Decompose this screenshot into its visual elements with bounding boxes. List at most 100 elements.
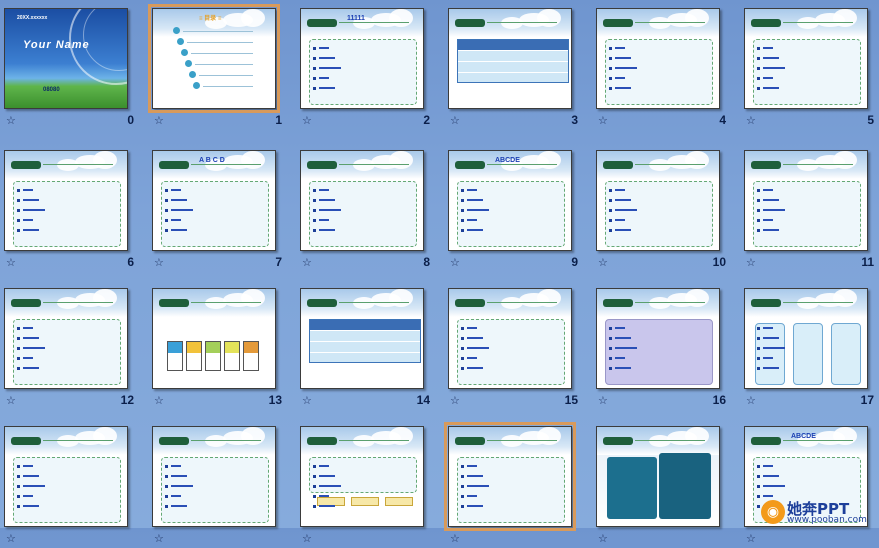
bullet-text-line — [23, 327, 33, 329]
slide-thumbnail[interactable] — [744, 8, 868, 109]
slide-thumbnail[interactable] — [152, 426, 276, 527]
slide-transition-star-icon[interactable]: ☆ — [450, 257, 462, 269]
bullet-text-line — [615, 347, 637, 349]
slide-thumbnail[interactable] — [4, 288, 128, 389]
bullet-text-line — [615, 327, 625, 329]
flow-node — [385, 497, 413, 506]
bullet-text-line — [319, 199, 335, 201]
slide-thumbnail[interactable] — [744, 288, 868, 389]
slide-transition-star-icon[interactable]: ☆ — [302, 533, 314, 545]
slide-thumbnail-cell[interactable]: A B C D ☆ 7 — [148, 142, 288, 272]
slide-transition-star-icon[interactable]: ☆ — [450, 395, 462, 407]
slide-transition-star-icon[interactable]: ☆ — [154, 115, 166, 127]
slide-thumbnail[interactable]: 20XX.xxxxxx Your Name 08080 — [4, 8, 128, 109]
slide-thumbnail-cell[interactable]: ≡ 目录 ≡ ☆ 1 — [148, 0, 288, 130]
slide-transition-star-icon[interactable]: ☆ — [598, 115, 610, 127]
agenda-bullet-icon — [177, 38, 184, 45]
bullet-icon — [461, 465, 464, 468]
slide-thumbnail-cell[interactable]: ☆ 17 — [740, 280, 879, 410]
slide-transition-star-icon[interactable]: ☆ — [746, 395, 758, 407]
slide-thumbnail[interactable] — [300, 288, 424, 389]
slide-transition-star-icon[interactable]: ☆ — [154, 395, 166, 407]
slide-thumbnail-cell[interactable]: ☆ 16 — [592, 280, 732, 410]
slide-transition-star-icon[interactable]: ☆ — [598, 395, 610, 407]
slide-thumbnail-cell[interactable]: ☆ 12 — [0, 280, 140, 410]
diagram-box — [205, 341, 221, 371]
slide-thumbnail[interactable] — [4, 426, 128, 527]
slide-thumbnail-cell[interactable]: ☆ 10 — [592, 142, 732, 272]
bullet-icon — [757, 485, 760, 488]
slide-thumbnail[interactable] — [596, 8, 720, 109]
bullet-text-line — [23, 485, 45, 487]
slide-transition-star-icon[interactable]: ☆ — [6, 115, 18, 127]
bullet-icon — [757, 357, 760, 360]
slide-thumbnail-cell[interactable]: 20XX.xxxxxx Your Name 08080 ☆ 0 — [0, 0, 140, 130]
slide-thumbnail-cell[interactable]: ☆ 11 — [740, 142, 879, 272]
slide-transition-star-icon[interactable]: ☆ — [302, 395, 314, 407]
slide-transition-star-icon[interactable]: ☆ — [450, 115, 462, 127]
slide-number: 1 — [275, 113, 282, 127]
slide-transition-star-icon[interactable]: ☆ — [598, 533, 610, 545]
slide-thumbnail-cell[interactable]: ☆ — [0, 418, 140, 548]
slide-thumbnail-cell[interactable]: ABCDE ☆ 9 — [444, 142, 584, 272]
slide-transition-star-icon[interactable]: ☆ — [746, 257, 758, 269]
slide-thumbnail-cell[interactable]: ☆ — [444, 418, 584, 548]
slide-thumbnail[interactable]: ABCDE — [448, 150, 572, 251]
slide-thumbnail[interactable] — [744, 150, 868, 251]
slide-transition-star-icon[interactable]: ☆ — [6, 257, 18, 269]
slide-thumbnail[interactable] — [300, 426, 424, 527]
slide-thumbnail[interactable] — [596, 426, 720, 527]
cloud-shape — [241, 427, 265, 445]
slide-transition-star-icon[interactable]: ☆ — [598, 257, 610, 269]
bullet-icon — [165, 229, 168, 232]
slide-thumbnail-cell[interactable]: ☆ — [148, 418, 288, 548]
slide-thumbnail[interactable] — [448, 8, 572, 109]
slide-thumbnail[interactable] — [300, 150, 424, 251]
slide-thumbnail-cell[interactable]: 11111 ☆ 2 — [296, 0, 436, 130]
bullet-icon — [609, 229, 612, 232]
slide-thumbnail[interactable]: A B C D — [152, 150, 276, 251]
slide-transition-star-icon[interactable]: ☆ — [450, 533, 462, 545]
slide-header-tab — [307, 161, 409, 169]
slide-transition-star-icon[interactable]: ☆ — [154, 257, 166, 269]
slide-thumbnail-cell[interactable]: ☆ 8 — [296, 142, 436, 272]
slide-thumbnail[interactable] — [444, 422, 576, 531]
slide-thumbnail[interactable] — [152, 288, 276, 389]
slide-thumbnail-cell[interactable]: ☆ 4 — [592, 0, 732, 130]
bullet-icon — [609, 357, 612, 360]
slide-thumbnail[interactable]: 11111 — [300, 8, 424, 109]
slide-thumbnail-cell[interactable]: ABCDE ☆ — [740, 418, 879, 548]
slide-thumbnail[interactable] — [448, 288, 572, 389]
slide-thumbnail-cell[interactable]: ☆ 5 — [740, 0, 879, 130]
bullet-icon — [461, 347, 464, 350]
slide-transition-star-icon[interactable]: ☆ — [302, 257, 314, 269]
slide-transition-star-icon[interactable]: ☆ — [6, 533, 18, 545]
agenda-bullet-icon — [181, 49, 188, 56]
slide-transition-star-icon[interactable]: ☆ — [746, 115, 758, 127]
slide-thumbnail-cell[interactable]: ☆ 6 — [0, 142, 140, 272]
bullet-text-line — [467, 475, 483, 477]
slide-table — [457, 39, 569, 84]
cloud-shape — [833, 289, 857, 307]
slide-transition-star-icon[interactable]: ☆ — [746, 533, 758, 545]
slide-transition-star-icon[interactable]: ☆ — [154, 533, 166, 545]
slide-thumbnail-cell[interactable]: ☆ 14 — [296, 280, 436, 410]
bullet-icon — [17, 219, 20, 222]
slide-transition-star-icon[interactable]: ☆ — [302, 115, 314, 127]
slide-thumbnail-cell[interactable]: ☆ 3 — [444, 0, 584, 130]
slide-thumbnail[interactable] — [596, 150, 720, 251]
slide-thumbnail-cell[interactable]: ☆ 13 — [148, 280, 288, 410]
slide-transition-star-icon[interactable]: ☆ — [6, 395, 18, 407]
slide-thumbnail-cell[interactable]: ☆ — [592, 418, 732, 548]
cloud-shape — [93, 427, 117, 445]
bullet-text-line — [23, 189, 33, 191]
slide-thumbnail[interactable] — [4, 150, 128, 251]
flow-node — [351, 497, 379, 506]
cloud-shape — [797, 159, 819, 171]
slide-thumbnail[interactable]: ≡ 目录 ≡ — [148, 4, 280, 113]
slide-header-tab — [159, 161, 261, 169]
bullet-text-line — [23, 357, 33, 359]
slide-thumbnail[interactable] — [596, 288, 720, 389]
slide-thumbnail-cell[interactable]: ☆ 15 — [444, 280, 584, 410]
slide-thumbnail-cell[interactable]: ☆ — [296, 418, 436, 548]
